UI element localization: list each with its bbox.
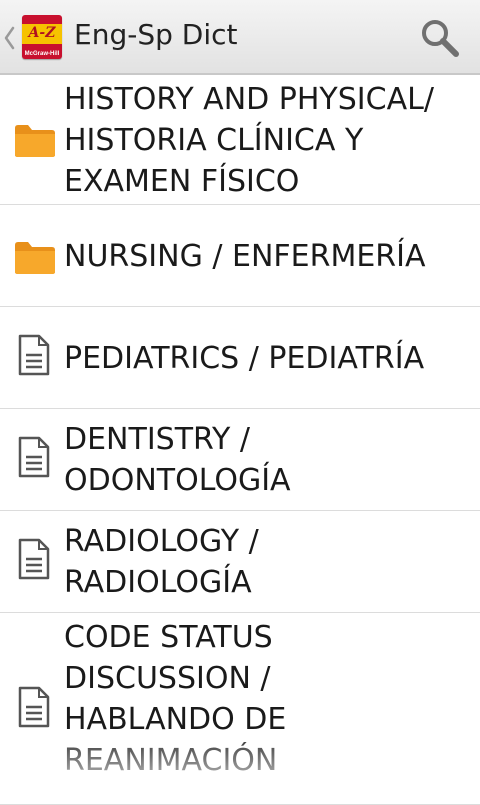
document-icon [17,334,51,380]
list-item-label: DENTISTRY / ODONTOLOGÍA [64,419,470,501]
list-item-label-line: NURSING / ENFERMERÍA [64,239,426,274]
chevron-left-icon[interactable] [2,20,16,56]
search-icon[interactable] [418,16,462,60]
list-item-label-line: HISTORIA CLÍNICA Y [64,123,364,158]
document-icon [17,436,51,482]
list-item-label-line: HISTORY AND PHYSICAL/ [64,82,434,117]
folder-list-item[interactable]: NURSING / ENFERMERÍA [0,205,480,307]
list-item-label: RADIOLOGY / RADIOLOGÍA [64,521,470,603]
app-logo-icon[interactable]: A-Z McGraw-Hill [22,15,62,59]
folder-icon [14,122,56,162]
app-title: Eng-Sp Dict [74,18,238,51]
list-item-label-line: RADIOLOGY / [64,524,259,559]
list-item-label-line: DISCUSSION / [64,661,271,696]
folder-icon [14,239,56,279]
list-item-label-line: EXAMEN FÍSICO [64,164,300,199]
document-icon [17,538,51,584]
list-item-label-line: CODE STATUS [64,620,273,655]
list-item-label: HISTORY AND PHYSICAL/HISTORIA CLÍNICA Y E… [64,79,470,202]
list-item-label-line: RADIOLOGÍA [64,565,252,600]
action-bar: A-Z McGraw-Hill Eng-Sp Dict [0,0,480,75]
list-item-label: NURSING / ENFERMERÍA [64,236,470,277]
list-item-label: CODE STATUS DISCUSSION / HABLANDO DE REANIM… [64,617,470,781]
document-list-item[interactable]: CODE STATUS DISCUSSION / HABLANDO DE REANIM… [0,613,480,805]
document-list-item[interactable]: PEDIATRICS / PEDIATRÍA [0,307,480,409]
list-item-label-line: ODONTOLOGÍA [64,463,291,498]
document-icon [17,686,51,732]
document-list-item[interactable]: RADIOLOGY / RADIOLOGÍA [0,511,480,613]
list-item-label-line: DENTISTRY / [64,422,250,457]
logo-az-text: A-Z [28,25,56,41]
list-item-label-line: HABLANDO DE [64,702,287,737]
logo-brand-text: McGraw-Hill [24,51,60,57]
list-item-label-line: PEDIATRICS / PEDIATRÍA [64,341,425,376]
document-list-item[interactable]: DENTISTRY / ODONTOLOGÍA [0,409,480,511]
list-item-label-line: REANIMACIÓN [64,743,278,778]
folder-list-item[interactable]: HISTORY AND PHYSICAL/HISTORIA CLÍNICA Y E… [0,75,480,205]
list-item-label: PEDIATRICS / PEDIATRÍA [64,338,470,379]
